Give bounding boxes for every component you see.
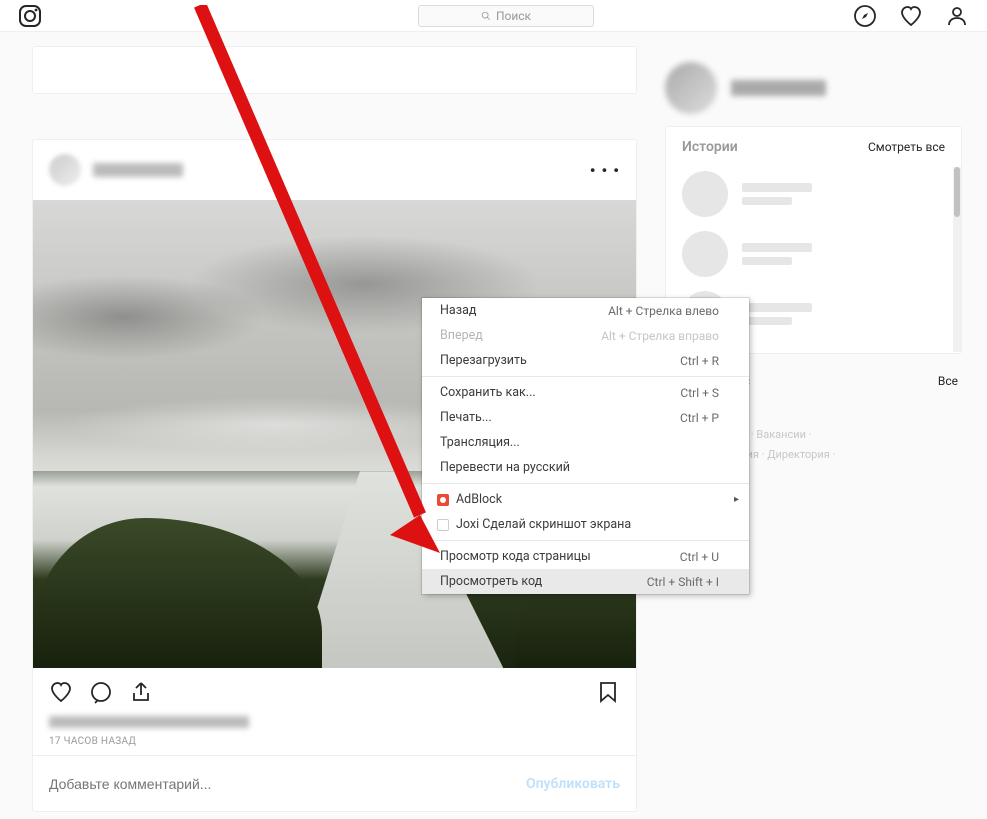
ctx-item-print[interactable]: Печать...Ctrl + P	[422, 405, 749, 430]
ctx-item-inspect[interactable]: Просмотреть кодCtrl + Shift + I	[422, 569, 749, 594]
ctx-item-reload[interactable]: ПерезагрузитьCtrl + R	[422, 348, 749, 373]
joxi-icon	[436, 518, 450, 532]
stories-see-all[interactable]: Смотреть все	[868, 140, 945, 154]
post-caption	[49, 716, 249, 728]
explore-icon[interactable]	[853, 4, 877, 28]
top-navigation: Поиск	[0, 0, 987, 32]
sidebar-avatar	[665, 62, 717, 114]
comment-input[interactable]	[49, 776, 526, 792]
story-item[interactable]	[682, 231, 945, 277]
story-item[interactable]	[682, 171, 945, 217]
ctx-item-cast[interactable]: Трансляция...	[422, 430, 749, 455]
sidebar-profile[interactable]	[665, 62, 962, 114]
post-avatar[interactable]	[49, 154, 81, 186]
recommendations-all[interactable]: Все	[938, 374, 958, 388]
ctx-item-forward: ВпередAlt + Стрелка вправо	[422, 323, 749, 348]
post-menu-button[interactable]: • • •	[590, 161, 620, 180]
comment-icon[interactable]	[89, 680, 113, 704]
search-icon	[481, 11, 491, 21]
adblock-icon	[436, 493, 450, 507]
post-header: • • •	[33, 140, 636, 200]
profile-icon[interactable]	[945, 4, 969, 28]
stories-scrollbar-thumb[interactable]	[954, 167, 960, 217]
ctx-item-save-as[interactable]: Сохранить как...Ctrl + S	[422, 380, 749, 405]
post-caption-area: 17 ЧАСОВ НАЗАД	[33, 716, 636, 755]
submenu-arrow-icon: ▸	[734, 494, 739, 505]
ctx-item-adblock[interactable]: AdBlock▸	[422, 487, 749, 512]
search-input[interactable]: Поиск	[418, 5, 594, 27]
instagram-logo[interactable]	[18, 4, 42, 28]
sidebar-username	[731, 80, 826, 96]
context-menu: НазадAlt + Стрелка влево ВпередAlt + Стр…	[422, 298, 749, 594]
publish-button[interactable]: Опубликовать	[526, 776, 620, 792]
ctx-item-view-source[interactable]: Просмотр кода страницыCtrl + U	[422, 544, 749, 569]
heart-icon[interactable]	[899, 4, 923, 28]
post-username[interactable]	[93, 163, 183, 177]
comment-row: Опубликовать	[33, 755, 636, 811]
ctx-item-joxi[interactable]: Joxi Сделай скриншот экрана	[422, 512, 749, 537]
stories-title: Истории	[682, 139, 738, 155]
nav-icons	[853, 4, 969, 28]
ctx-item-translate[interactable]: Перевести на русский	[422, 455, 749, 480]
post-timestamp: 17 ЧАСОВ НАЗАД	[49, 736, 620, 747]
post-actions	[33, 668, 636, 716]
share-icon[interactable]	[129, 680, 153, 704]
search-placeholder: Поиск	[496, 9, 531, 23]
save-icon[interactable]	[596, 680, 620, 704]
like-icon[interactable]	[49, 680, 73, 704]
previous-post-stub	[32, 46, 637, 94]
ctx-item-back[interactable]: НазадAlt + Стрелка влево	[422, 298, 749, 323]
